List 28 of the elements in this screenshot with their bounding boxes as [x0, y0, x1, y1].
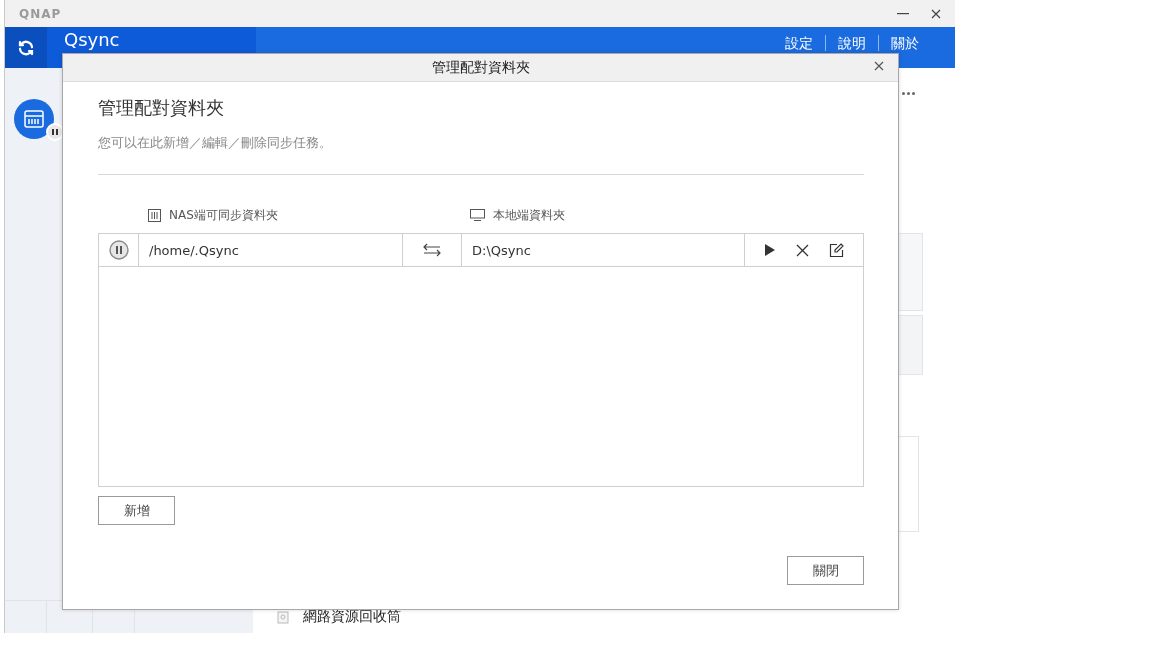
nav-link[interactable]: 設定	[773, 35, 825, 51]
folder-pair-row[interactable]: /home/.Qsync D:\Qsync	[99, 234, 863, 267]
nav-link[interactable]: 說明	[825, 35, 878, 51]
nas-folder-path: /home/.Qsync	[149, 242, 239, 258]
nav-link[interactable]: 關於	[878, 35, 931, 51]
more-icon[interactable]	[902, 92, 915, 95]
column-header: 本地端資料夾	[493, 206, 565, 224]
close-dialog-button[interactable]: 關閉	[787, 556, 864, 585]
edit-button[interactable]	[829, 242, 844, 258]
minimize-icon[interactable]	[897, 12, 909, 15]
app-logo: QNAP	[19, 6, 62, 21]
local-folder-path: D:\Qsync	[472, 242, 531, 258]
add-button[interactable]: 新增	[98, 496, 175, 525]
sync-icon[interactable]	[17, 38, 35, 57]
column-header: NAS端可同步資料夾	[169, 206, 278, 224]
recycle-bin-label[interactable]: 網路資源回收筒	[303, 608, 401, 626]
dialog-description: 您可以在此新增／編輯／刪除同步任務。	[98, 134, 333, 152]
close-icon[interactable]	[931, 8, 941, 19]
swap-arrows-icon	[423, 243, 441, 257]
server-icon	[148, 208, 161, 222]
nas-avatar[interactable]	[14, 99, 54, 139]
monitor-icon	[470, 209, 485, 221]
play-button[interactable]	[764, 244, 776, 256]
app-name: Qsync	[64, 30, 120, 50]
dialog-title: 管理配對資料夾	[431, 58, 530, 77]
nas-icon	[24, 110, 44, 128]
delete-button[interactable]	[796, 243, 809, 257]
dialog-heading: 管理配對資料夾	[98, 96, 225, 120]
